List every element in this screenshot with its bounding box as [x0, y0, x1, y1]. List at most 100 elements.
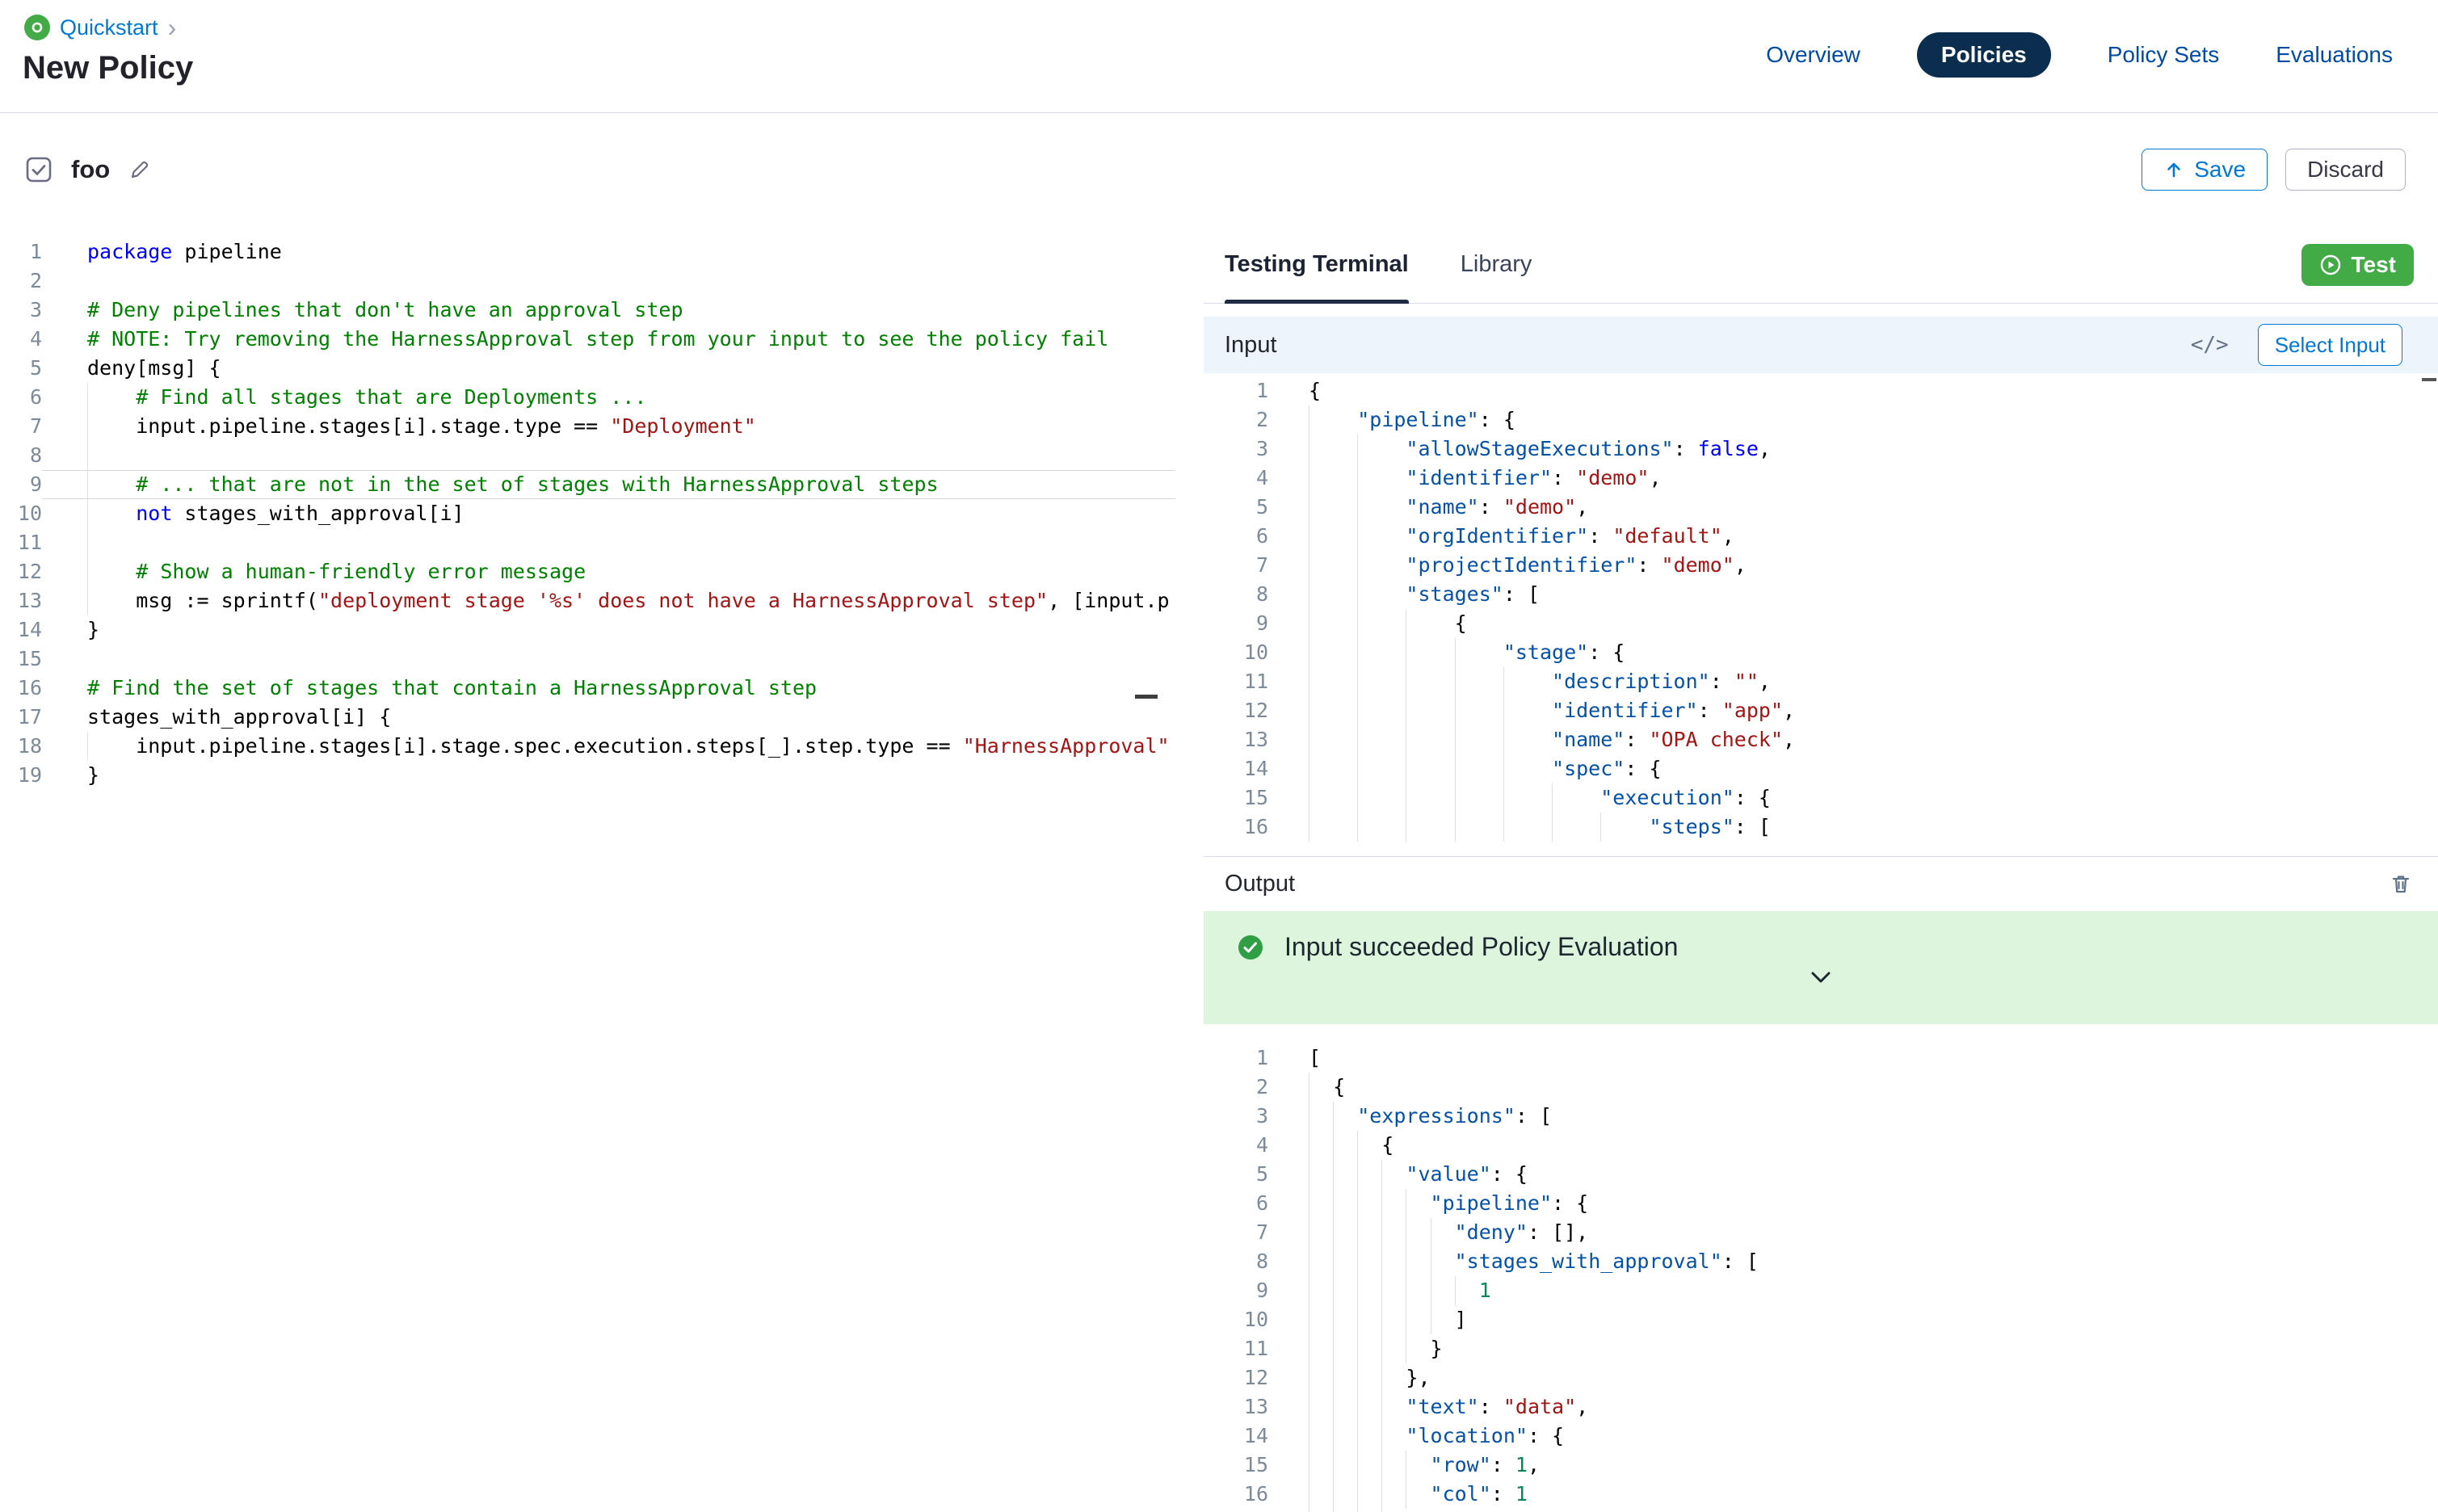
output-editor[interactable]: 1[2 {3 "expressions": [4 {5 "value": {6 …: [1204, 1024, 2438, 1512]
code-line[interactable]: 7 "deny": [],: [1204, 1218, 2438, 1247]
code-line[interactable]: 11: [0, 528, 1175, 557]
code-line[interactable]: 10 ]: [1204, 1305, 2438, 1334]
breadcrumb: Quickstart ›: [24, 15, 176, 40]
code-line[interactable]: 4 {: [1204, 1131, 2438, 1160]
code-line[interactable]: 16 "steps": [: [1204, 813, 2438, 842]
code-line[interactable]: 16# Find the set of stages that contain …: [0, 674, 1175, 703]
tab-library[interactable]: Library: [1461, 226, 1532, 304]
code-line[interactable]: 5 "name": "demo",: [1204, 493, 2438, 522]
code-line[interactable]: 1{: [1204, 376, 2438, 405]
indent-guide: [1357, 464, 1358, 493]
code-line[interactable]: 9 {: [1204, 609, 2438, 638]
code-line[interactable]: 6 "orgIdentifier": "default",: [1204, 522, 2438, 551]
code-line[interactable]: 4 "identifier": "demo",: [1204, 464, 2438, 493]
code-line[interactable]: 3# Deny pipelines that don't have an app…: [0, 296, 1175, 325]
indent-guide: [1333, 1218, 1334, 1247]
line-number: 17: [1204, 1509, 1268, 1512]
output-section-header: Output: [1204, 856, 2438, 911]
chevron-down-icon[interactable]: [1808, 970, 1834, 986]
code-line[interactable]: 8 "stages": [: [1204, 580, 2438, 609]
code-line[interactable]: 2: [0, 267, 1175, 296]
code-line[interactable]: 8: [0, 441, 1175, 470]
evaluation-success-banner[interactable]: Input succeeded Policy Evaluation: [1204, 911, 2438, 1024]
page-title: New Policy: [23, 50, 193, 86]
edit-policy-name-button[interactable]: [128, 158, 152, 182]
code-line[interactable]: 15: [0, 645, 1175, 674]
indent-guide: [1357, 1363, 1358, 1392]
select-input-button[interactable]: Select Input: [2258, 324, 2402, 366]
breadcrumb-project-link[interactable]: Quickstart: [60, 15, 158, 40]
test-button[interactable]: Test: [2301, 244, 2415, 286]
code-line[interactable]: 6 "pipeline": {: [1204, 1189, 2438, 1218]
code-line[interactable]: 11 "description": "",: [1204, 667, 2438, 696]
code-view-icon[interactable]: </>: [2191, 333, 2229, 357]
code-line[interactable]: 13 msg := sprintf("deployment stage '%s'…: [0, 586, 1175, 615]
indent-guide: [1357, 1451, 1358, 1480]
nav-tab-overview[interactable]: Overview: [1766, 32, 1860, 78]
indent-guide: [87, 499, 88, 528]
code-line[interactable]: 19}: [0, 761, 1175, 790]
code-line[interactable]: 10 not stages_with_approval[i]: [0, 499, 1175, 528]
nav-tab-evaluations[interactable]: Evaluations: [2276, 32, 2393, 78]
line-number: 4: [0, 325, 42, 354]
indent-guide: [1503, 667, 1504, 696]
line-number: 10: [1204, 1305, 1268, 1334]
nav-tab-policy-sets[interactable]: Policy Sets: [2108, 32, 2220, 78]
line-number: 13: [1204, 725, 1268, 754]
code-line[interactable]: 11 }: [1204, 1334, 2438, 1363]
indent-guide: [1357, 1131, 1358, 1160]
code-line[interactable]: 7 input.pipeline.stages[i].stage.type ==…: [0, 412, 1175, 441]
indent-guide: [1357, 813, 1358, 842]
code-line[interactable]: 10 "stage": {: [1204, 638, 2438, 667]
code-line[interactable]: 14 "location": {: [1204, 1422, 2438, 1451]
nav-tab-policies[interactable]: Policies: [1917, 32, 2051, 78]
indent-guide: [1357, 1392, 1358, 1422]
code-line[interactable]: 14}: [0, 615, 1175, 645]
code-line[interactable]: 9 1: [1204, 1276, 2438, 1305]
rego-editor[interactable]: 1package pipeline23# Deny pipelines that…: [0, 226, 1175, 1512]
code-line[interactable]: 5deny[msg] {: [0, 354, 1175, 383]
code-line[interactable]: 17 }: [1204, 1509, 2438, 1512]
code-line[interactable]: 9 # ... that are not in the set of stage…: [0, 470, 1175, 499]
code-line[interactable]: 13 "name": "OPA check",: [1204, 725, 2438, 754]
clear-output-button[interactable]: [2388, 872, 2414, 897]
tab-testing-terminal[interactable]: Testing Terminal: [1225, 226, 1409, 304]
line-number: 5: [1204, 1160, 1268, 1189]
code-line[interactable]: 15 "execution": {: [1204, 783, 2438, 813]
code-line[interactable]: 1[: [1204, 1044, 2438, 1073]
code-line[interactable]: 14 "spec": {: [1204, 754, 2438, 783]
indent-guide: [87, 441, 88, 470]
code-line[interactable]: 12 },: [1204, 1363, 2438, 1392]
code-line[interactable]: 4# NOTE: Try removing the HarnessApprova…: [0, 325, 1175, 354]
code-line[interactable]: 2 "pipeline": {: [1204, 405, 2438, 435]
indent-guide: [1333, 1480, 1334, 1509]
code-line[interactable]: 18 input.pipeline.stages[i].stage.spec.e…: [0, 732, 1175, 761]
input-editor[interactable]: 1{2 "pipeline": {3 "allowStageExecutions…: [1204, 373, 2438, 856]
code-line[interactable]: 12 "identifier": "app",: [1204, 696, 2438, 725]
code-line[interactable]: 15 "row": 1,: [1204, 1451, 2438, 1480]
indent-guide: [1333, 1392, 1334, 1422]
indent-guide: [87, 470, 88, 499]
indent-guide: [1333, 1334, 1334, 1363]
code-line[interactable]: 3 "expressions": [: [1204, 1102, 2438, 1131]
line-number: 6: [1204, 1189, 1268, 1218]
testing-panel: Testing Terminal Library Test Input </> …: [1204, 226, 2438, 1512]
indent-guide: [1357, 1218, 1358, 1247]
code-line[interactable]: 1package pipeline: [0, 237, 1175, 267]
code-line[interactable]: 6 # Find all stages that are Deployments…: [0, 383, 1175, 412]
code-line[interactable]: 12 # Show a human-friendly error message: [0, 557, 1175, 586]
code-line[interactable]: 7 "projectIdentifier": "demo",: [1204, 551, 2438, 580]
code-line[interactable]: 13 "text": "data",: [1204, 1392, 2438, 1422]
discard-button[interactable]: Discard: [2285, 149, 2406, 191]
code-line[interactable]: 8 "stages_with_approval": [: [1204, 1247, 2438, 1276]
indent-guide: [1381, 1334, 1382, 1363]
line-number: 13: [1204, 1392, 1268, 1422]
code-line[interactable]: 5 "value": {: [1204, 1160, 2438, 1189]
code-line[interactable]: 3 "allowStageExecutions": false,: [1204, 435, 2438, 464]
code-line[interactable]: 16 "col": 1: [1204, 1480, 2438, 1509]
code-line[interactable]: 17stages_with_approval[i] {: [0, 703, 1175, 732]
save-button[interactable]: Save: [2142, 149, 2268, 191]
indent-guide: [1333, 1102, 1334, 1131]
code-line[interactable]: 2 {: [1204, 1073, 2438, 1102]
line-number: 2: [0, 267, 42, 296]
